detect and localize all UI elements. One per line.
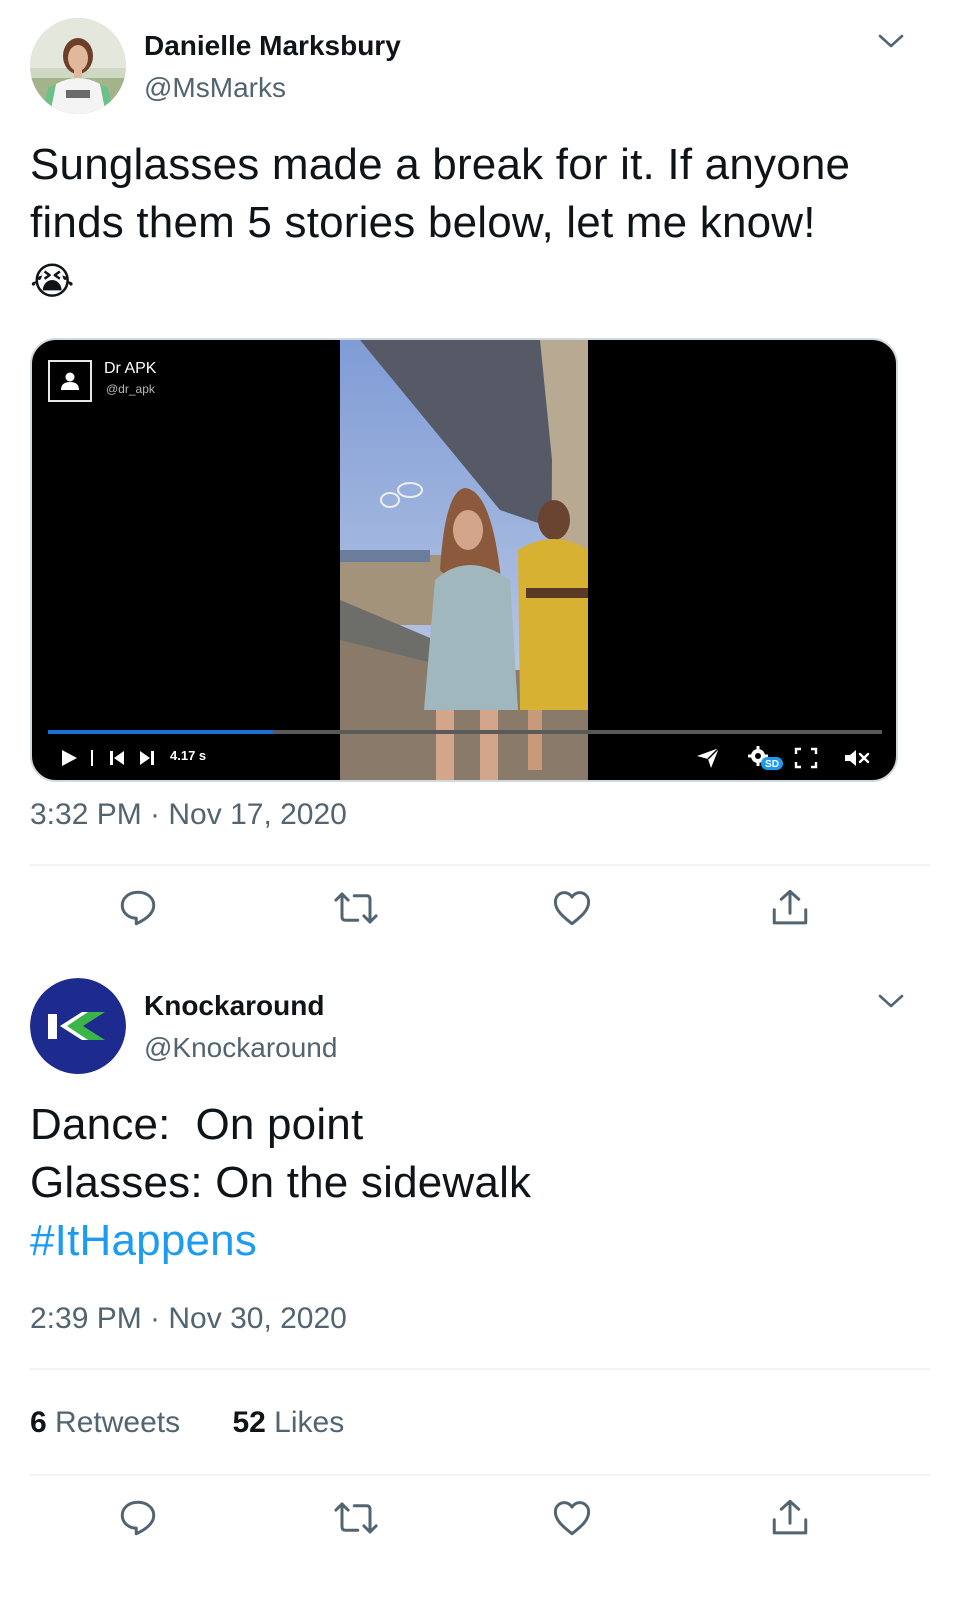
tweet-text-line: Sunglasses made a break for it. If anyon… xyxy=(30,140,851,189)
reply-icon[interactable] xyxy=(114,1494,162,1542)
settings-icon[interactable]: SD xyxy=(746,744,786,772)
video-progress-bar[interactable] xyxy=(48,730,882,734)
tweet-timestamp[interactable]: 3:32 PM · Nov 17, 2020 xyxy=(30,798,347,832)
tweet-text-line: Dance: On point xyxy=(30,1100,364,1149)
video-frame xyxy=(340,340,588,780)
tweet-stats: 6 Retweets 52 Likes xyxy=(30,1406,344,1440)
retweets-stat[interactable]: 6 Retweets xyxy=(30,1406,188,1439)
quality-badge: SD xyxy=(765,759,779,770)
share-icon[interactable] xyxy=(766,1494,814,1542)
tweet-danielle: Danielle Marksbury @MsMarks Sunglasses m… xyxy=(30,18,930,958)
video-player[interactable]: Dr APK @dr_apk 4.17 s SD xyxy=(30,338,898,782)
play-icon[interactable] xyxy=(58,744,80,772)
share-icon[interactable] xyxy=(766,884,814,932)
chevron-down-icon[interactable] xyxy=(876,986,906,1016)
divider xyxy=(30,1474,930,1476)
tweet-actions xyxy=(30,884,930,932)
crying-emoji: 😭 xyxy=(30,259,75,303)
avatar[interactable] xyxy=(30,978,126,1074)
send-icon[interactable] xyxy=(694,744,722,772)
skip-forward-icon[interactable] xyxy=(136,744,158,772)
tweet-actions xyxy=(30,1494,930,1542)
mute-icon[interactable] xyxy=(842,744,872,772)
retweet-icon[interactable] xyxy=(332,884,380,932)
hashtag-link[interactable]: #ItHappens xyxy=(30,1212,531,1270)
likes-count: 52 xyxy=(232,1406,266,1439)
video-progress-fill xyxy=(48,730,274,734)
author-handle[interactable]: @MsMarks xyxy=(144,72,286,104)
video-elapsed-time: 4.17 s xyxy=(170,748,207,763)
video-owner-name: Dr APK xyxy=(104,360,157,377)
tweet-text-line: finds them 5 stories below, let me know! xyxy=(30,198,816,247)
author-handle[interactable]: @Knockaround xyxy=(144,1032,337,1064)
video-owner-handle: @dr_apk xyxy=(106,382,155,396)
divider xyxy=(30,864,930,866)
reply-icon[interactable] xyxy=(114,884,162,932)
avatar[interactable] xyxy=(30,18,126,114)
fullscreen-icon[interactable] xyxy=(792,744,820,772)
retweets-count: 6 xyxy=(30,1406,47,1439)
skip-back-icon[interactable] xyxy=(106,744,128,772)
likes-stat[interactable]: 52 Likes xyxy=(232,1406,344,1439)
retweets-label: Retweets xyxy=(55,1406,181,1439)
tweet-text-line: Glasses: On the sidewalk xyxy=(30,1158,532,1207)
tweet-timestamp[interactable]: 2:39 PM · Nov 30, 2020 xyxy=(30,1302,347,1336)
heart-icon[interactable] xyxy=(548,884,596,932)
likes-label: Likes xyxy=(274,1406,345,1439)
divider xyxy=(30,1368,930,1370)
tweet-knockaround: Knockaround @Knockaround Dance: On point… xyxy=(30,978,930,1618)
controls-separator xyxy=(90,744,94,772)
author-name[interactable]: Knockaround xyxy=(144,990,324,1022)
tweet-text: Sunglasses made a break for it. If anyon… xyxy=(30,136,850,310)
tweet-text: Dance: On point Glasses: On the sidewalk… xyxy=(30,1096,531,1270)
author-name[interactable]: Danielle Marksbury xyxy=(144,30,401,62)
chevron-down-icon[interactable] xyxy=(876,26,906,56)
retweet-icon[interactable] xyxy=(332,1494,380,1542)
heart-icon[interactable] xyxy=(548,1494,596,1542)
user-icon xyxy=(48,360,92,402)
